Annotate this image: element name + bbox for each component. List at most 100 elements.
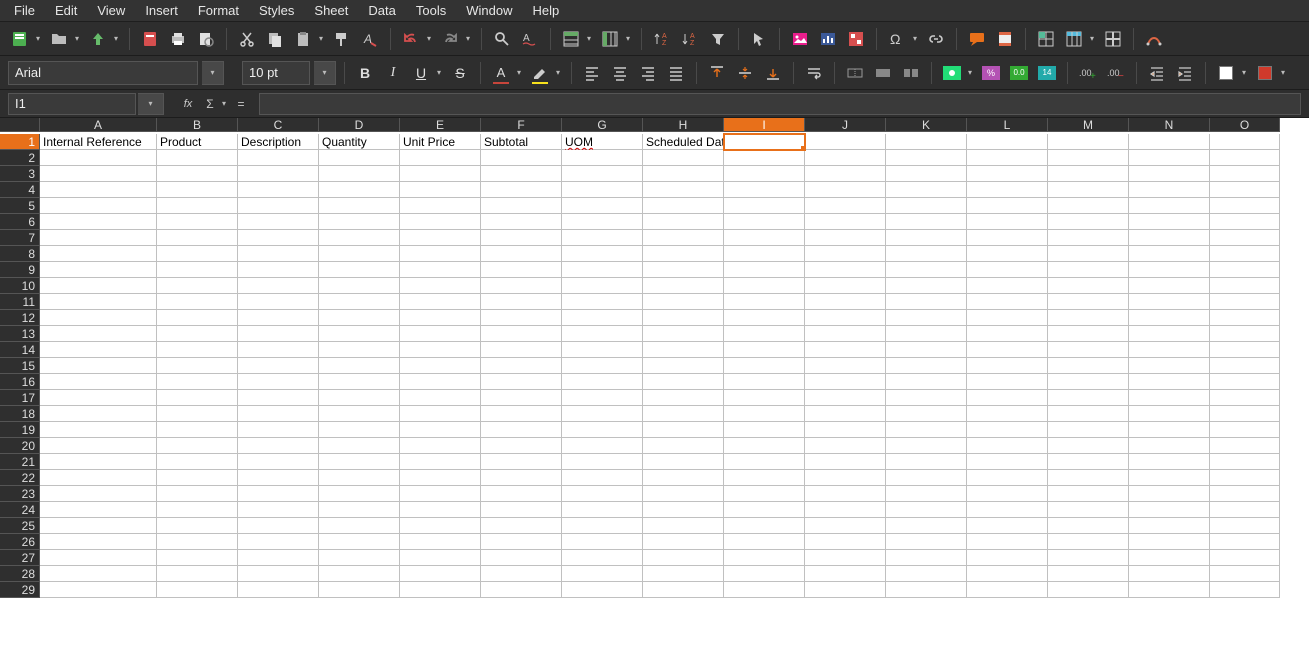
cell[interactable] [40, 374, 157, 390]
cell[interactable] [643, 534, 724, 550]
cell[interactable] [886, 518, 967, 534]
cell[interactable] [886, 470, 967, 486]
cell[interactable] [805, 262, 886, 278]
cell[interactable] [967, 374, 1048, 390]
cell[interactable] [1210, 358, 1280, 374]
cell[interactable] [1048, 166, 1129, 182]
cell[interactable] [1048, 134, 1129, 150]
cell[interactable] [724, 518, 805, 534]
cell[interactable] [724, 198, 805, 214]
cell[interactable] [481, 262, 562, 278]
cell[interactable] [400, 198, 481, 214]
cell[interactable] [1048, 310, 1129, 326]
cell[interactable] [319, 166, 400, 182]
cell[interactable] [481, 390, 562, 406]
cell[interactable] [157, 198, 238, 214]
cell[interactable] [157, 358, 238, 374]
cell[interactable] [805, 566, 886, 582]
cell[interactable] [562, 278, 643, 294]
cell[interactable] [319, 182, 400, 198]
cell[interactable] [724, 294, 805, 310]
cell[interactable] [238, 278, 319, 294]
cell[interactable] [481, 326, 562, 342]
cell[interactable] [562, 550, 643, 566]
cell[interactable] [967, 182, 1048, 198]
cell[interactable] [643, 486, 724, 502]
cell[interactable] [643, 230, 724, 246]
cell[interactable] [1129, 214, 1210, 230]
cell[interactable] [967, 278, 1048, 294]
paste-dropdown[interactable]: ▾ [316, 27, 326, 51]
cell[interactable] [400, 358, 481, 374]
cell[interactable] [562, 246, 643, 262]
cell[interactable] [40, 406, 157, 422]
cell[interactable] [400, 550, 481, 566]
cell[interactable] [643, 550, 724, 566]
cell[interactable] [724, 566, 805, 582]
cell[interactable] [886, 422, 967, 438]
cell[interactable] [40, 150, 157, 166]
cell[interactable] [805, 454, 886, 470]
cell[interactable] [643, 342, 724, 358]
cell[interactable] [400, 454, 481, 470]
cell[interactable] [1048, 230, 1129, 246]
cell[interactable] [40, 198, 157, 214]
cell[interactable] [724, 438, 805, 454]
cell[interactable] [724, 358, 805, 374]
cell[interactable] [967, 534, 1048, 550]
cell[interactable] [1048, 550, 1129, 566]
cell[interactable] [967, 582, 1048, 598]
name-box[interactable]: I1 [8, 93, 136, 115]
define-range-icon[interactable] [1034, 27, 1058, 51]
cell[interactable] [886, 390, 967, 406]
cell[interactable] [643, 390, 724, 406]
cell[interactable] [481, 310, 562, 326]
cell[interactable] [1048, 390, 1129, 406]
menu-edit[interactable]: Edit [45, 1, 87, 20]
cell[interactable] [1129, 470, 1210, 486]
cell[interactable] [238, 246, 319, 262]
cell[interactable] [481, 358, 562, 374]
cell[interactable] [967, 406, 1048, 422]
font-size-select[interactable]: 10 pt [242, 61, 310, 85]
row-header[interactable]: 17 [0, 390, 40, 406]
cell[interactable] [1129, 326, 1210, 342]
cell[interactable] [40, 310, 157, 326]
cell[interactable] [40, 422, 157, 438]
cell[interactable] [319, 470, 400, 486]
cell[interactable] [724, 230, 805, 246]
cell[interactable] [1210, 390, 1280, 406]
number-format-icon[interactable]: 0.0 [1007, 61, 1031, 85]
column-header[interactable]: F [481, 118, 562, 132]
cell[interactable] [481, 166, 562, 182]
cell[interactable] [157, 342, 238, 358]
cell[interactable] [886, 534, 967, 550]
cell[interactable] [562, 358, 643, 374]
cell[interactable] [238, 326, 319, 342]
cell[interactable] [1048, 454, 1129, 470]
cell[interactable] [643, 198, 724, 214]
cell[interactable] [805, 486, 886, 502]
cell[interactable] [400, 182, 481, 198]
cell[interactable]: Quantity [319, 134, 400, 150]
cell[interactable] [157, 294, 238, 310]
cell[interactable] [400, 566, 481, 582]
cell[interactable] [724, 246, 805, 262]
cell[interactable] [400, 406, 481, 422]
cell[interactable] [319, 566, 400, 582]
cell[interactable] [1048, 150, 1129, 166]
cell[interactable] [1129, 310, 1210, 326]
cell[interactable] [481, 214, 562, 230]
cell[interactable] [967, 230, 1048, 246]
cell[interactable] [1210, 406, 1280, 422]
cell[interactable] [967, 566, 1048, 582]
cell[interactable] [562, 422, 643, 438]
cell[interactable] [643, 374, 724, 390]
cell[interactable] [1210, 454, 1280, 470]
cell[interactable] [805, 326, 886, 342]
cell[interactable] [886, 278, 967, 294]
cell[interactable] [1129, 550, 1210, 566]
cell[interactable] [643, 166, 724, 182]
cell[interactable] [481, 230, 562, 246]
cell[interactable] [400, 518, 481, 534]
